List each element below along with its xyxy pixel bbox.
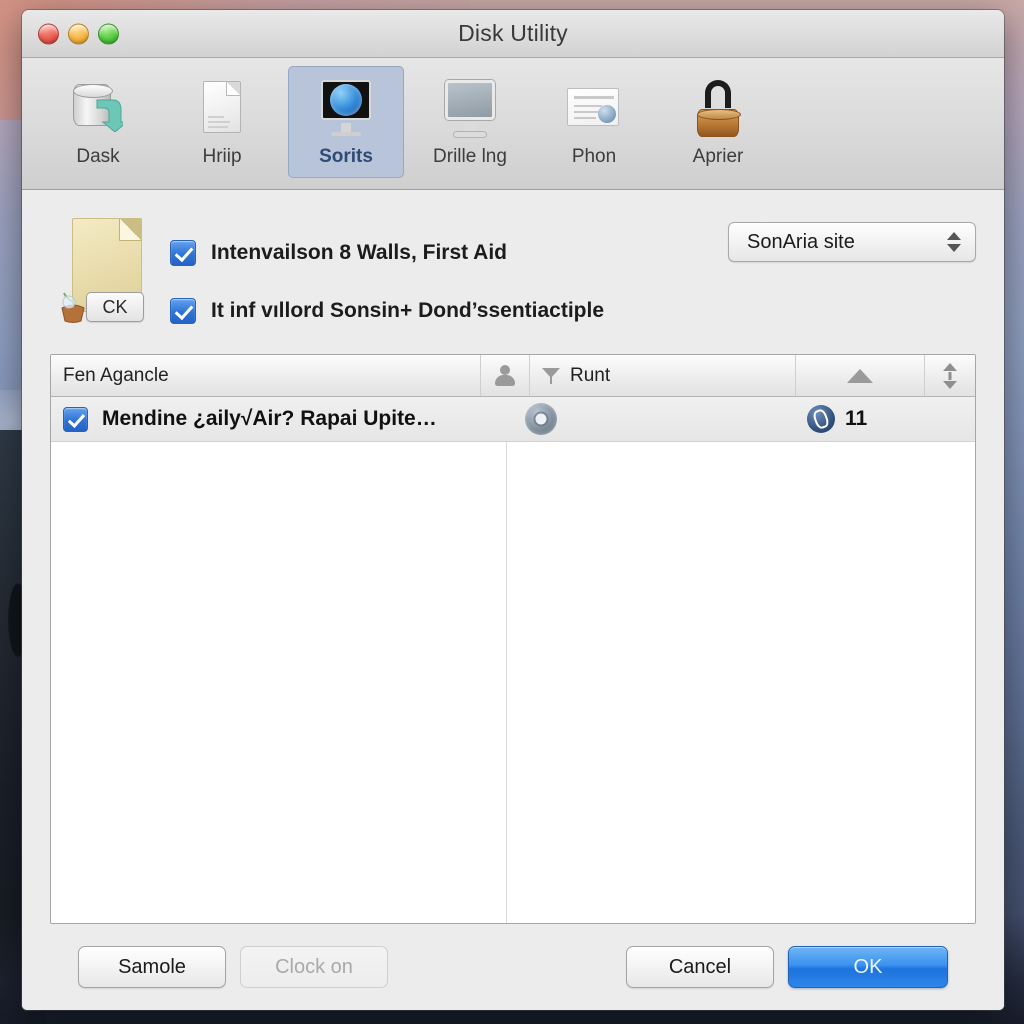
items-table: Fen Agancle Runt Mendine ¿aily√Air? Rapa…	[50, 354, 976, 924]
checkbox-label-2: It inf vıllord Sonsin+ Dond’ssentiactipl…	[211, 299, 605, 322]
disk-utility-window: Disk Utility Dask Hriip Sorits Drille ln…	[22, 10, 1004, 1010]
column-header-tent[interactable]	[796, 355, 925, 396]
samole-button[interactable]: Samole	[78, 946, 226, 988]
arrow-glyph	[96, 99, 123, 132]
toolbar-item-label: Sorits	[319, 146, 373, 167]
zoom-button[interactable]	[98, 23, 119, 44]
basket-plant-icon	[61, 292, 85, 323]
toolbar-item-label: Aprier	[692, 146, 744, 167]
row-name-label: Mendine ¿aily√Air? Rapai Upite…	[102, 407, 437, 430]
popup-selected-value: SonAria site	[747, 230, 855, 253]
window-title: Disk Utility	[458, 20, 568, 46]
table-header: Fen Agancle Runt	[51, 355, 975, 397]
toolbar-item-aprier[interactable]: Aprier	[660, 66, 776, 178]
cancel-button[interactable]: Cancel	[626, 946, 774, 988]
minimize-button[interactable]	[68, 23, 89, 44]
column-header-runt-label: Runt	[570, 364, 611, 386]
column-header-sort[interactable]	[925, 355, 975, 396]
dialog-body: CK Intenvailson 8 Walls, First Aid It in…	[22, 190, 1004, 1010]
popup-container: SonAria site	[688, 212, 976, 262]
document-icon	[189, 78, 255, 140]
checkbox-label-1: Intenvailson 8 Walls, First Aid	[211, 241, 507, 264]
monitor-globe-icon	[313, 78, 379, 140]
table-body: Mendine ¿aily√Air? Rapai Upite… 11	[51, 397, 975, 923]
row-badge-cell: 11	[795, 405, 975, 433]
row-status-cell	[506, 403, 576, 435]
column-header-person[interactable]	[481, 355, 530, 396]
checkbox-row-1[interactable]: Intenvailson 8 Walls, First Aid	[170, 224, 678, 282]
desktop-background: Disk Utility Dask Hriip Sorits Drille ln…	[0, 0, 1024, 1024]
stepper-arrows-icon	[947, 232, 961, 252]
tent-icon	[847, 368, 873, 383]
site-popup-button[interactable]: SonAria site	[728, 222, 976, 262]
checkbox-input-2[interactable]	[170, 298, 196, 324]
checkbox-row-2[interactable]: It inf vıllord Sonsin+ Dond’ssentiactipl…	[170, 282, 678, 340]
row-badge-count: 11	[845, 407, 868, 430]
pen-badge-icon	[807, 405, 835, 433]
disk-arrow-icon	[65, 78, 131, 140]
row-checkbox[interactable]	[63, 406, 88, 432]
options-section: CK Intenvailson 8 Walls, First Aid It in…	[50, 212, 976, 340]
toolbar-item-label: Hriip	[202, 146, 242, 167]
toolbar-item-label: Dask	[76, 146, 120, 167]
sort-arrows-icon	[942, 362, 958, 389]
lock-barrel-icon	[685, 78, 751, 140]
ck-badge[interactable]: CK	[86, 292, 144, 322]
toolbar-item-dask[interactable]: Dask	[40, 66, 156, 178]
certificate-icon	[561, 78, 627, 140]
document-basket-icon: CK	[50, 212, 160, 330]
close-button[interactable]	[38, 23, 59, 44]
clock-on-button: Clock on	[240, 946, 388, 988]
monitor-icon	[437, 78, 503, 140]
checkbox-input-1[interactable]	[170, 240, 196, 266]
table-row[interactable]: Mendine ¿aily√Air? Rapai Upite… 11	[51, 397, 975, 442]
page-fold	[119, 219, 141, 241]
checkbox-group: Intenvailson 8 Walls, First Aid It inf v…	[170, 212, 678, 340]
toolbar-item-label: Phon	[571, 146, 617, 167]
toolbar-item-drille-lng[interactable]: Drille lng	[412, 66, 528, 178]
dialog-footer: Samole Clock on Cancel OK	[50, 924, 976, 1010]
column-header-runt[interactable]: Runt	[530, 355, 796, 396]
traffic-lights	[38, 23, 119, 44]
column-header-name-label: Fen Agancle	[63, 364, 169, 386]
person-icon	[494, 364, 516, 387]
toolbar-item-hriip[interactable]: Hriip	[164, 66, 280, 178]
toolbar-item-sorits[interactable]: Sorits	[288, 66, 404, 178]
disc-icon	[525, 403, 557, 435]
toolbar-item-label: Drille lng	[433, 146, 507, 167]
toolbar: Dask Hriip Sorits Drille lng Phon Aprier	[22, 58, 1004, 190]
window-titlebar: Disk Utility	[22, 10, 1004, 58]
column-header-name[interactable]: Fen Agancle	[51, 355, 481, 396]
filter-icon	[542, 367, 560, 385]
toolbar-item-phon[interactable]: Phon	[536, 66, 652, 178]
row-name-cell: Mendine ¿aily√Air? Rapai Upite…	[51, 406, 506, 432]
ok-button[interactable]: OK	[788, 946, 948, 988]
column-divider	[506, 397, 507, 923]
